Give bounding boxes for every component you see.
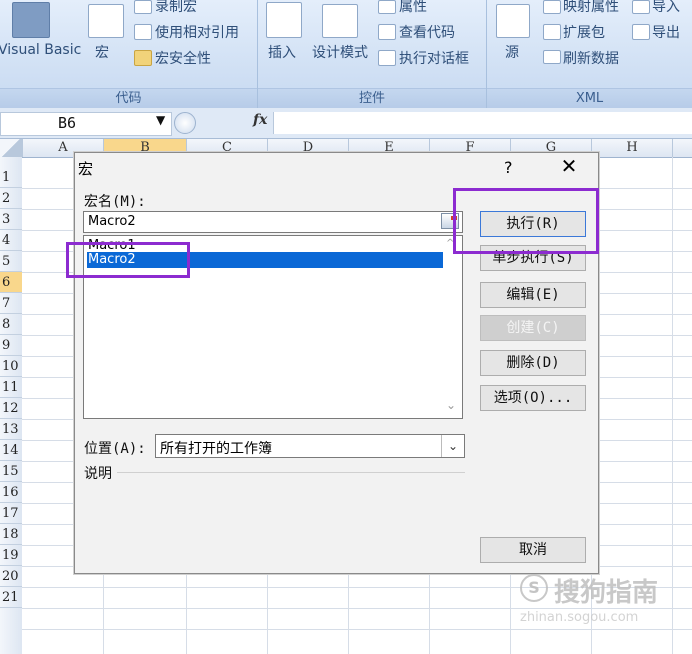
expansion-packs-button[interactable]: 扩展包 bbox=[563, 22, 605, 42]
macros-icon bbox=[88, 4, 124, 38]
expansion-packs-icon bbox=[543, 24, 561, 40]
highlight-macro2 bbox=[66, 242, 190, 278]
row-header[interactable]: 2 bbox=[0, 188, 22, 209]
formula-input[interactable] bbox=[273, 112, 692, 134]
design-mode-button[interactable]: 设计模式 bbox=[312, 42, 368, 62]
options-button[interactable]: 选项(O)... bbox=[480, 385, 586, 411]
source-icon bbox=[496, 4, 530, 38]
relative-reference-button[interactable]: 使用相对引用 bbox=[155, 22, 239, 42]
formula-zoom-icon[interactable] bbox=[174, 112, 196, 134]
location-value: 所有打开的工作簿 bbox=[160, 441, 272, 457]
run-dialog-button[interactable]: 执行对话框 bbox=[399, 48, 469, 68]
row-header[interactable]: 3 bbox=[0, 209, 22, 230]
row-header[interactable]: 14 bbox=[0, 440, 22, 461]
dialog-title: 宏 bbox=[78, 160, 94, 178]
row-header[interactable]: 7 bbox=[0, 293, 22, 314]
design-mode-icon bbox=[322, 4, 358, 38]
properties-button[interactable]: 属性 bbox=[399, 0, 427, 16]
highlight-run-button bbox=[453, 188, 599, 254]
macro-name-label: 宏名(M): bbox=[84, 194, 146, 210]
description-label: 说明 bbox=[84, 466, 112, 482]
delete-button[interactable]: 删除(D) bbox=[480, 350, 586, 376]
watermark-brand: 搜狗指南 bbox=[554, 578, 659, 608]
row-header[interactable]: 15 bbox=[0, 461, 22, 482]
row-header[interactable]: 21 bbox=[0, 587, 22, 608]
create-button: 创建(C) bbox=[480, 315, 586, 341]
insert-control-button[interactable]: 插入 bbox=[268, 42, 296, 62]
row-header[interactable]: 8 bbox=[0, 314, 22, 335]
map-properties-button[interactable]: 映射属性 bbox=[563, 0, 619, 16]
map-properties-icon bbox=[543, 0, 561, 14]
help-button[interactable]: ? bbox=[504, 158, 513, 177]
column-header[interactable]: H bbox=[592, 139, 673, 157]
insert-function-icon[interactable]: fx bbox=[253, 112, 267, 128]
row-header-bar: 1 2 3 4 5 6 7 8 9 10 11 12 13 14 15 16 1… bbox=[0, 157, 22, 654]
controls-group-label: 控件 bbox=[258, 88, 486, 109]
row-header[interactable]: 5 bbox=[0, 251, 22, 272]
grid-line bbox=[672, 157, 673, 654]
record-macro-button[interactable]: 录制宏 bbox=[155, 0, 197, 16]
name-box-dropdown-icon[interactable]: ▼ bbox=[156, 113, 165, 127]
row-header[interactable]: 16 bbox=[0, 482, 22, 503]
row-header[interactable]: 20 bbox=[0, 566, 22, 587]
record-macro-icon bbox=[134, 0, 152, 14]
location-label: 位置(A): bbox=[84, 441, 146, 457]
macro-security-button[interactable]: 宏安全性 bbox=[155, 48, 211, 68]
export-icon bbox=[632, 24, 650, 40]
select-all-corner[interactable] bbox=[0, 139, 23, 157]
scroll-down-icon[interactable]: ⌄ bbox=[446, 398, 456, 412]
visual-basic-icon bbox=[12, 2, 50, 38]
watermark-url: zhinan.sogou.com bbox=[520, 610, 639, 625]
row-header[interactable]: 10 bbox=[0, 356, 22, 377]
row-header[interactable]: 1 bbox=[0, 167, 22, 188]
macros-button[interactable]: 宏 bbox=[95, 42, 109, 62]
code-group-label: 代码 bbox=[0, 88, 257, 109]
relative-reference-icon bbox=[134, 24, 152, 40]
row-header[interactable]: 19 bbox=[0, 545, 22, 566]
chevron-down-icon[interactable]: ⌄ bbox=[441, 435, 464, 457]
xml-group-label: XML bbox=[487, 88, 692, 109]
row-header-selected[interactable]: 6 bbox=[0, 272, 22, 293]
macro-name-input[interactable]: Macro2 bbox=[83, 211, 463, 233]
row-header[interactable]: 18 bbox=[0, 524, 22, 545]
refresh-data-icon bbox=[543, 50, 561, 64]
close-icon[interactable]: ✕ bbox=[558, 155, 580, 177]
row-header[interactable]: 12 bbox=[0, 398, 22, 419]
source-button[interactable]: 源 bbox=[505, 42, 519, 62]
refresh-data-button[interactable]: 刷新数据 bbox=[563, 48, 619, 68]
export-button[interactable]: 导出 bbox=[652, 22, 680, 42]
location-select[interactable]: 所有打开的工作簿 ⌄ bbox=[155, 434, 465, 458]
properties-icon bbox=[378, 0, 396, 14]
import-icon bbox=[632, 0, 650, 14]
cancel-button[interactable]: 取消 bbox=[480, 537, 586, 563]
row-header[interactable]: 4 bbox=[0, 230, 22, 251]
description-divider bbox=[117, 472, 465, 473]
row-header[interactable]: 17 bbox=[0, 503, 22, 524]
row-header[interactable]: 13 bbox=[0, 419, 22, 440]
edit-button[interactable]: 编辑(E) bbox=[480, 282, 586, 308]
row-header[interactable]: 11 bbox=[0, 377, 22, 398]
macro-name-value: Macro2 bbox=[88, 214, 136, 229]
view-code-button[interactable]: 查看代码 bbox=[399, 22, 455, 42]
import-button[interactable]: 导入 bbox=[652, 0, 680, 16]
macro-security-icon bbox=[134, 50, 152, 66]
name-box-value: B6 bbox=[58, 114, 77, 132]
view-code-icon bbox=[378, 24, 396, 40]
insert-control-icon bbox=[266, 2, 302, 38]
sogou-logo-icon: S bbox=[520, 574, 548, 602]
visual-basic-button[interactable]: Visual Basic bbox=[0, 42, 81, 58]
row-header[interactable]: 9 bbox=[0, 335, 22, 356]
run-dialog-icon bbox=[378, 50, 396, 66]
